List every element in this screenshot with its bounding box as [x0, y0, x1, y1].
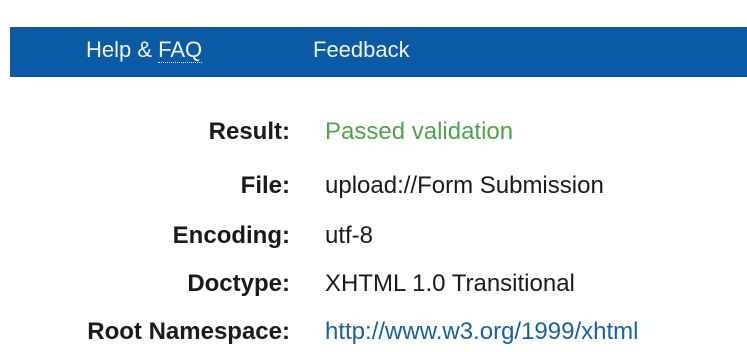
result-label: Result: — [208, 118, 290, 145]
doctype-row: Doctype: XHTML 1.0 Transitional — [0, 264, 747, 304]
root-namespace-label: Root Namespace: — [87, 318, 290, 345]
file-row: File: upload://Form Submission — [0, 166, 747, 206]
feedback-link[interactable]: Feedback — [313, 39, 410, 61]
help-faq-link[interactable]: Help & FAQ — [86, 37, 203, 63]
doctype-value: XHTML 1.0 Transitional — [325, 270, 575, 297]
help-label-prefix: Help & — [86, 37, 159, 62]
encoding-label: Encoding: — [172, 222, 290, 249]
doctype-label: Doctype: — [187, 270, 290, 297]
result-value: Passed validation — [325, 118, 514, 145]
encoding-value: utf-8 — [325, 222, 374, 249]
encoding-row: Encoding: utf-8 — [0, 216, 747, 256]
result-row: Result: Passed validation — [0, 112, 747, 152]
navigation-bar: Help & FAQ Feedback — [10, 27, 747, 77]
root-namespace-link[interactable]: http://www.w3.org/1999/xhtml — [325, 312, 638, 352]
top-whitespace — [0, 0, 747, 27]
file-value: upload://Form Submission — [325, 172, 604, 199]
faq-abbreviation: FAQ — [158, 37, 203, 63]
file-label: File: — [240, 172, 290, 199]
root-namespace-row: Root Namespace: http://www.w3.org/1999/x… — [0, 312, 747, 352]
